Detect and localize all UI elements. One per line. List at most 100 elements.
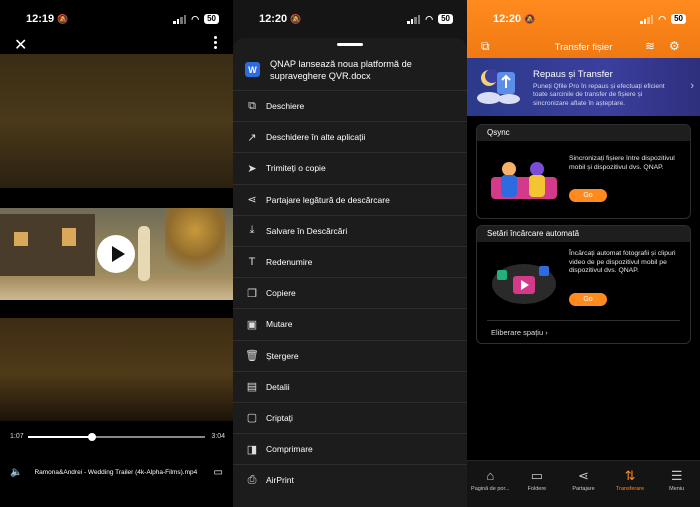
- signal-icon: [407, 14, 421, 24]
- clock: 12:20: [493, 13, 522, 25]
- chevron-right-icon: ›: [690, 80, 694, 92]
- rename-icon: T: [248, 256, 256, 269]
- mute-bell-icon: 🔕: [524, 13, 536, 24]
- battery-indicator: 50: [204, 14, 219, 24]
- folder-icon: ▭: [530, 468, 544, 483]
- clock: 12:20: [259, 13, 288, 25]
- qsync-card: Qsync Sincronizați fișiere între dispozi…: [476, 124, 691, 219]
- sync-people-illustration: [491, 162, 557, 199]
- send-icon: ➤: [247, 162, 257, 175]
- tab-label: Foldere: [527, 486, 547, 492]
- signal-icon: [173, 14, 187, 24]
- action-menu: ⧉ Deschiere ↗ Deschidere în alte aplicații…: [233, 90, 467, 495]
- menu-label: Comprimare: [266, 444, 313, 455]
- menu-item-airprint[interactable]: ⎙ AirPrint: [233, 464, 467, 495]
- menu-label: Criptați: [266, 412, 293, 423]
- status-bar: 12:19 🔕 ◠ 50: [0, 0, 233, 38]
- qsync-text: Sincronizați fișiere între dispozitivul …: [569, 155, 675, 171]
- menu-label: Partajare legătură de descărcare: [266, 194, 390, 205]
- free-space-label: Eliberare spațiu: [491, 328, 544, 337]
- menu-label: Copiere: [266, 288, 296, 299]
- menu-item-share-link[interactable]: ⋖ Partajare legătură de descărcare: [233, 183, 467, 215]
- airplay-icon[interactable]: ▭: [214, 467, 223, 478]
- menu-item-delete[interactable]: 🗑 Ștergere: [233, 339, 467, 371]
- clock: 12:19: [26, 13, 55, 25]
- menu-item-details[interactable]: ▤ Detalii: [233, 370, 467, 402]
- auto-upload-title: Setări încărcare automată: [477, 226, 690, 242]
- mute-bell-icon: 🔕: [290, 13, 302, 24]
- play-button[interactable]: [97, 235, 135, 273]
- details-icon: ▤: [246, 381, 258, 394]
- open-in-apps-icon: ↗: [247, 131, 257, 144]
- auto-upload-go-button[interactable]: Go: [569, 293, 607, 306]
- tab-label: Meniu: [669, 486, 685, 492]
- menu-item-rename[interactable]: T Redenumire: [233, 245, 467, 277]
- tab-menu[interactable]: ☰ Meniu: [653, 461, 700, 507]
- video-figure: [138, 226, 150, 281]
- sleep-transfer-banner[interactable]: Repaus și Transfer Puneți Qfile Pro în r…: [467, 58, 700, 116]
- tab-label: Pagină de por...: [471, 486, 510, 492]
- action-sheet: W QNAP lansează noua platformă de suprav…: [233, 38, 467, 507]
- app-header: 12:20 🔕 ◠ 50 ⧉ Transfer fișier ≋ ⚙: [467, 0, 700, 58]
- menu-icon: ☰: [670, 468, 683, 483]
- wifi-icon: ◠: [425, 13, 434, 24]
- menu-item-compress[interactable]: ◨ Comprimare: [233, 433, 467, 464]
- video-backdrop-top: [0, 54, 233, 188]
- share-icon: ⋖: [247, 194, 257, 207]
- home-icon: ⌂: [486, 468, 495, 483]
- menu-label: Trimiteți o copie: [266, 163, 326, 174]
- tab-label: Transferare: [615, 486, 645, 492]
- banner-title: Repaus și Transfer: [533, 69, 613, 80]
- menu-item-open-in-apps[interactable]: ↗ Deschidere în alte aplicații: [233, 121, 467, 152]
- status-bar: 12:20 🔕 ◠ 50: [233, 0, 467, 38]
- tab-folders[interactable]: ▭ Foldere: [514, 461, 561, 507]
- upload-illustration: [492, 264, 556, 304]
- qsync-go-button[interactable]: Go: [569, 189, 607, 202]
- menu-item-copy[interactable]: ❐ Copiere: [233, 277, 467, 308]
- sheet-grabber[interactable]: [337, 43, 363, 46]
- free-space-link[interactable]: Eliberare spațiu ›: [491, 328, 548, 337]
- wifi-icon: ◠: [191, 13, 200, 24]
- menu-item-move[interactable]: ▣ Mutare: [233, 308, 467, 339]
- close-icon[interactable]: ✕: [14, 35, 27, 55]
- menu-item-open[interactable]: ⧉ Deschiere: [233, 90, 467, 121]
- share-icon: ⋖: [578, 468, 589, 483]
- copy-icon: ❐: [247, 287, 257, 300]
- player-bottom-bar: 🔈 Ramona&Andrei - Wedding Trailer (4k-Al…: [0, 462, 233, 482]
- more-options-icon[interactable]: [214, 36, 217, 49]
- transfer-icon: ⇅: [624, 468, 636, 483]
- menu-item-encrypt[interactable]: ▢ Criptați: [233, 401, 467, 433]
- menu-label: Ștergere: [266, 350, 299, 361]
- tab-home[interactable]: ⌂ Pagină de por...: [467, 461, 514, 507]
- mute-bell-icon: 🔕: [57, 13, 69, 24]
- auto-upload-card: Setări încărcare automată Încărcați auto…: [476, 225, 691, 344]
- wifi-icon: ◠: [658, 13, 667, 24]
- sort-icon[interactable]: ≋: [645, 39, 655, 53]
- gear-icon[interactable]: ⚙: [669, 39, 680, 53]
- menu-label: Salvare în Descărcări: [266, 225, 348, 236]
- volume-icon[interactable]: 🔈: [10, 467, 22, 478]
- lock-icon: ▢: [246, 412, 258, 425]
- timeline: 1:07 3:04: [0, 430, 233, 444]
- download-icon: ⤓: [249, 224, 255, 237]
- seek-bar[interactable]: [28, 433, 205, 441]
- transfer-screen: 12:20 🔕 ◠ 50 ⧉ Transfer fișier ≋ ⚙ Repaus…: [467, 0, 700, 507]
- menu-item-send-copy[interactable]: ➤ Trimiteți o copie: [233, 152, 467, 183]
- video-backdrop-bottom: [0, 318, 233, 421]
- current-time: 1:07: [10, 433, 24, 440]
- tab-label: Partajare: [572, 486, 595, 492]
- tab-transfer[interactable]: ⇅ Transferare: [607, 461, 654, 507]
- tab-share[interactable]: ⋖ Partajare: [560, 461, 607, 507]
- file-name: Ramona&Andrei - Wedding Trailer (4k-Alph…: [34, 468, 198, 476]
- duration: 3:04: [211, 433, 225, 440]
- battery-indicator: 50: [671, 14, 686, 24]
- chevron-right-icon: ›: [545, 328, 548, 337]
- menu-item-save-downloads[interactable]: ⤓ Salvare în Descărcări: [233, 214, 467, 246]
- battery-indicator: 50: [438, 14, 453, 24]
- menu-label: Mutare: [266, 319, 293, 330]
- moon-cloud-illustration: [477, 69, 520, 104]
- word-file-icon: W: [245, 62, 260, 77]
- status-bar: 12:20 🔕 ◠ 50: [467, 0, 700, 38]
- seek-knob[interactable]: [87, 433, 96, 441]
- move-icon: ▣: [246, 318, 258, 331]
